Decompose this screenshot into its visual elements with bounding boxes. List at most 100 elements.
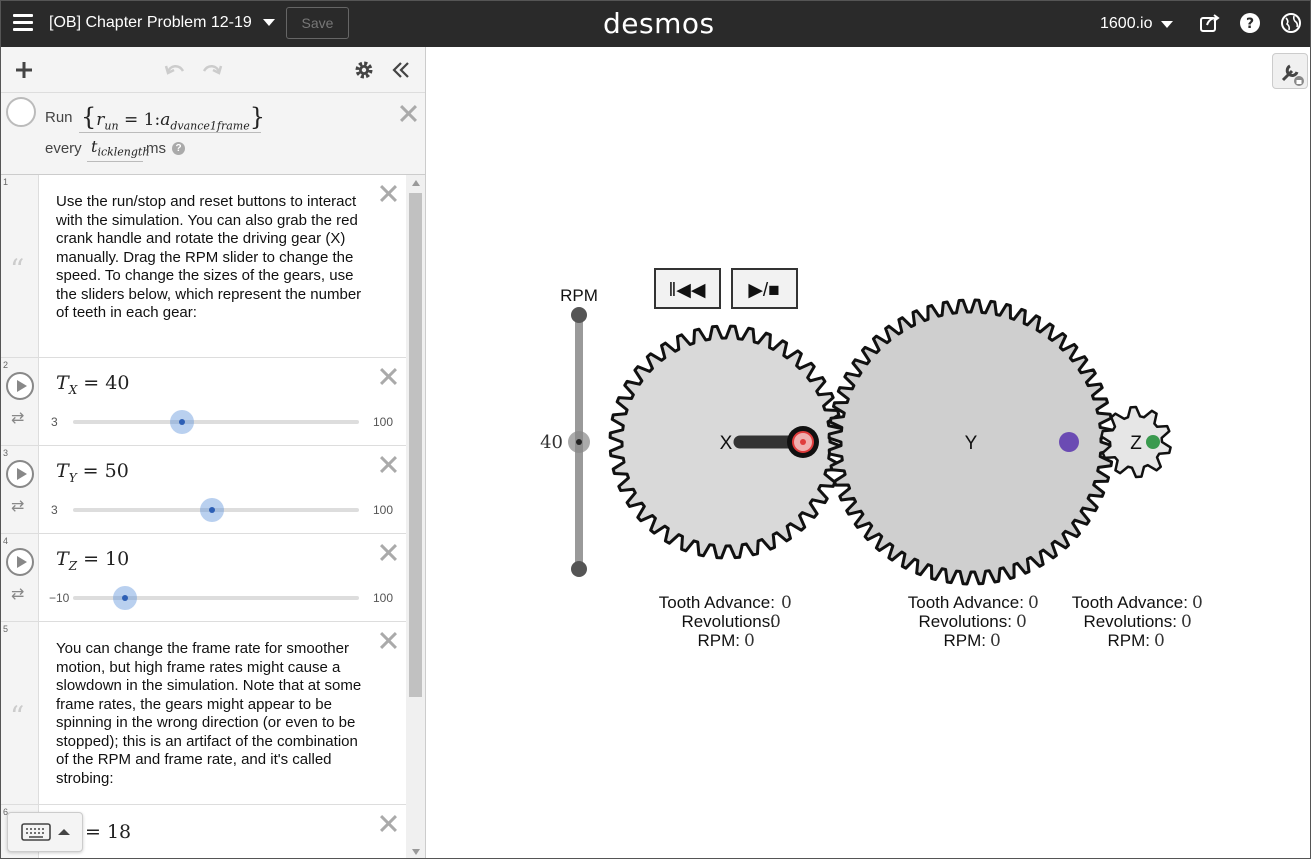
chevron-down-icon[interactable] bbox=[1161, 21, 1173, 28]
keyboard-toggle[interactable] bbox=[7, 812, 83, 852]
gear-y-rpm: 0 bbox=[990, 631, 1001, 651]
play-icon[interactable] bbox=[6, 460, 34, 488]
gear-z-rpm: 0 bbox=[1154, 631, 1165, 651]
double-chevron-left-icon[interactable] bbox=[390, 59, 412, 81]
gear-z-revolutions-label: Revolutions: bbox=[1083, 612, 1177, 631]
expression-number: 5 bbox=[3, 624, 9, 634]
gear-y-marker[interactable] bbox=[1059, 432, 1079, 452]
slider-expression-tz[interactable]: 4 ⇄ TZ = 10 −10 100 bbox=[1, 534, 406, 622]
play-icon[interactable] bbox=[6, 548, 34, 576]
close-icon[interactable] bbox=[398, 103, 418, 123]
quote-icon: “ bbox=[10, 253, 25, 286]
chevron-down-icon[interactable] bbox=[263, 19, 275, 26]
gear-z-revolutions: 0 bbox=[1181, 612, 1192, 632]
undo-icon[interactable] bbox=[164, 59, 186, 81]
expression-number: 1 bbox=[3, 177, 9, 187]
metronome-icon[interactable] bbox=[6, 97, 36, 127]
gear-x-rpm-label: RPM: bbox=[698, 631, 741, 650]
loop-icon[interactable]: ⇄ bbox=[11, 584, 24, 604]
scroll-down-icon[interactable] bbox=[412, 849, 420, 855]
gear-z-rpm-label: RPM: bbox=[1108, 631, 1151, 650]
expression-gutter: 3 ⇄ bbox=[1, 446, 39, 533]
ticker-row: Run {run = 1:advance1frame} every tickle… bbox=[1, 93, 425, 175]
expression-gutter: 2 ⇄ bbox=[1, 358, 39, 445]
hamburger-icon[interactable] bbox=[13, 14, 33, 32]
slider-max[interactable]: 100 bbox=[373, 415, 393, 429]
slider-equation[interactable]: TZ = 10 bbox=[56, 548, 129, 573]
slider-expression-ty[interactable]: 3 ⇄ TY = 50 3 100 bbox=[1, 446, 406, 534]
rpm-slider-bottom-point[interactable] bbox=[571, 561, 587, 577]
gear-simulation[interactable]: RPM 40 ‖◀◀ ▶/■ X Y Z Tooth Advance: 0 Re… bbox=[427, 47, 1311, 859]
document-title[interactable]: [OB] Chapter Problem 12-19 bbox=[49, 14, 252, 32]
slider-min[interactable]: 3 bbox=[51, 415, 58, 429]
redo-icon[interactable] bbox=[201, 59, 223, 81]
slider-max[interactable]: 100 bbox=[373, 591, 393, 605]
slider-thumb[interactable] bbox=[113, 586, 137, 610]
gear-x-rpm: 0 bbox=[744, 631, 755, 651]
expression-panel: Run {run = 1:advance1frame} every tickle… bbox=[1, 47, 426, 858]
crank-handle-center bbox=[800, 439, 806, 445]
note-item[interactable]: 5 “ You can change the frame rate for sm… bbox=[1, 622, 406, 805]
close-icon[interactable] bbox=[378, 366, 398, 386]
rpm-slider-top-point[interactable] bbox=[571, 307, 587, 323]
reset-button-label: ‖◀◀ bbox=[668, 280, 705, 301]
gear-y-label: Y bbox=[965, 433, 978, 454]
gear-z-marker[interactable] bbox=[1146, 435, 1160, 449]
expression-equation[interactable]: = 18 bbox=[85, 821, 131, 843]
loop-icon[interactable]: ⇄ bbox=[11, 496, 24, 516]
close-icon[interactable] bbox=[378, 542, 398, 562]
ticker-every-label: every bbox=[45, 140, 82, 157]
gear-x-label: X bbox=[720, 433, 733, 454]
ticker-handler-expression[interactable]: {run = 1:advance1frame} bbox=[81, 103, 265, 132]
loop-icon[interactable]: ⇄ bbox=[11, 408, 24, 428]
expression-number: 2 bbox=[3, 360, 9, 370]
expression-gutter: 4 ⇄ bbox=[1, 534, 39, 621]
quote-icon: “ bbox=[10, 700, 25, 733]
gear-icon[interactable] bbox=[353, 59, 375, 81]
close-icon[interactable] bbox=[378, 813, 398, 833]
close-icon[interactable] bbox=[378, 454, 398, 474]
gear-x-revolutions-label: Revolutions: bbox=[681, 612, 775, 631]
ticker-interval-input[interactable]: ticklength bbox=[91, 137, 149, 159]
close-icon[interactable] bbox=[378, 630, 398, 650]
share-icon[interactable] bbox=[1199, 12, 1221, 34]
scroll-up-icon[interactable] bbox=[412, 180, 420, 186]
rpm-slider-value: 40 bbox=[540, 432, 563, 453]
play-icon[interactable] bbox=[6, 372, 34, 400]
expression-toolbar bbox=[1, 47, 425, 93]
help-icon[interactable]: ? bbox=[172, 142, 185, 155]
slider-thumb[interactable] bbox=[170, 410, 195, 434]
slider-expression-tx[interactable]: 2 ⇄ TX = 40 3 100 bbox=[1, 358, 406, 446]
scrollbar[interactable] bbox=[406, 175, 425, 858]
input-underline bbox=[79, 132, 261, 133]
ticker-ms-label: ms bbox=[146, 140, 166, 157]
gear-z-tooth-advance-label: Tooth Advance: bbox=[1072, 593, 1188, 612]
gear-y-revolutions: 0 bbox=[1016, 612, 1027, 632]
expression-number: 4 bbox=[3, 536, 9, 546]
slider-equation[interactable]: TY = 50 bbox=[56, 460, 129, 485]
slider-min[interactable]: −10 bbox=[49, 591, 69, 605]
close-icon[interactable] bbox=[378, 183, 398, 203]
slider-thumb[interactable] bbox=[199, 498, 224, 522]
rpm-slider-label: RPM bbox=[560, 286, 598, 305]
slider-track[interactable] bbox=[73, 420, 359, 424]
gear-x-revolutions: 0 bbox=[770, 612, 781, 632]
gear-z-tooth-advance: 0 bbox=[1192, 593, 1203, 613]
globe-icon[interactable] bbox=[1280, 12, 1302, 34]
save-button[interactable]: Save bbox=[286, 7, 349, 39]
slider-equation[interactable]: TX = 40 bbox=[56, 372, 129, 397]
graph-paper[interactable]: RPM 40 ‖◀◀ ▶/■ X Y Z Tooth Advance: 0 Re… bbox=[427, 47, 1311, 859]
note-text[interactable]: Use the run/stop and reset buttons to in… bbox=[56, 193, 366, 323]
gear-x-tooth-advance: 0 bbox=[781, 593, 792, 613]
note-item[interactable]: 1 “ Use the run/stop and reset buttons t… bbox=[1, 175, 406, 358]
gear-y-rpm-label: RPM: bbox=[944, 631, 987, 650]
ticker-run-label: Run bbox=[45, 109, 73, 126]
plus-icon[interactable] bbox=[13, 59, 35, 81]
note-text[interactable]: You can change the frame rate for smooth… bbox=[56, 640, 366, 788]
account-menu[interactable]: 1600.io bbox=[1100, 15, 1153, 33]
slider-min[interactable]: 3 bbox=[51, 503, 58, 517]
slider-max[interactable]: 100 bbox=[373, 503, 393, 517]
help-icon[interactable]: ? bbox=[1239, 12, 1261, 34]
scrollbar-thumb[interactable] bbox=[409, 193, 422, 697]
rpm-slider-handle-dot bbox=[576, 439, 582, 445]
